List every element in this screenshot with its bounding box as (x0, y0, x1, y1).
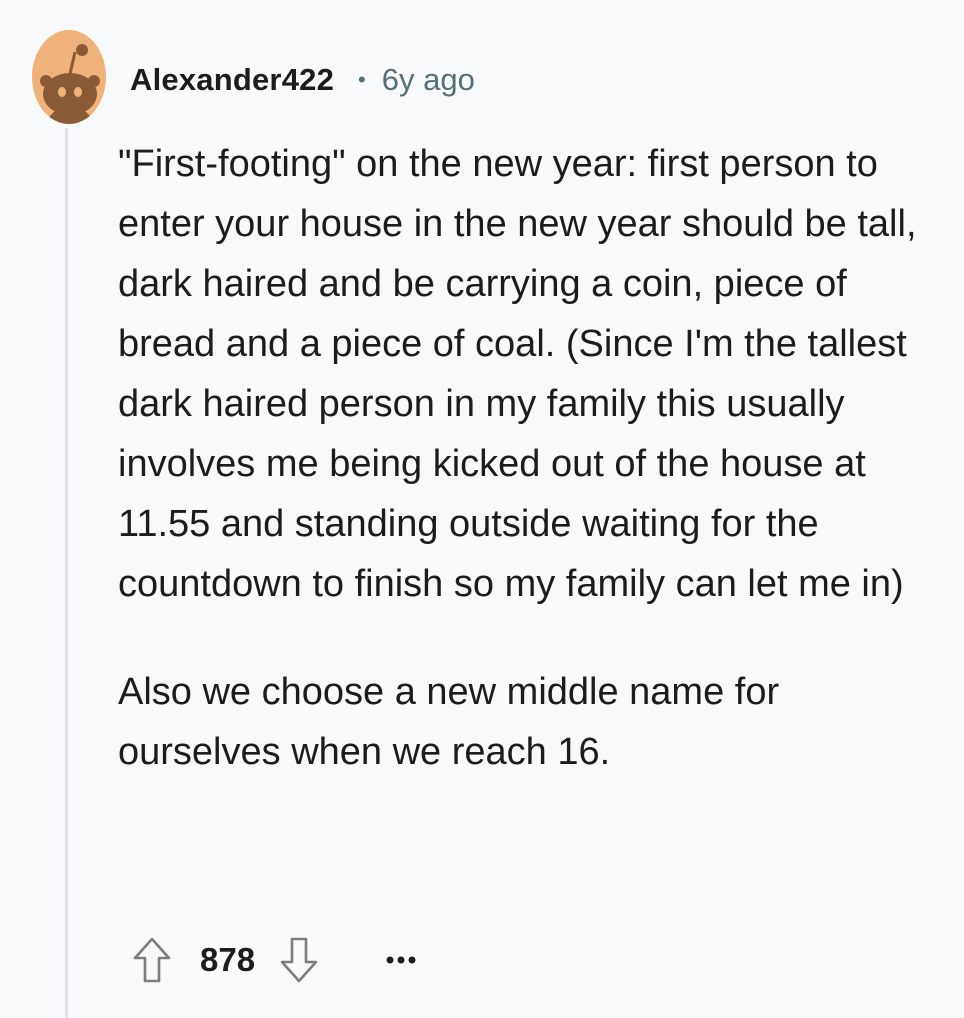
author-username[interactable]: Alexander422 (130, 62, 334, 98)
comment-paragraph: Also we choose a new middle name for our… (118, 671, 780, 773)
downvote-button[interactable] (275, 932, 323, 988)
arrow-down-outline-icon (280, 937, 318, 983)
comment-paragraph: "First-footing" on the new year: first p… (118, 143, 917, 605)
snoo-avatar-icon (32, 30, 106, 124)
upvote-button[interactable] (128, 932, 176, 988)
author-avatar[interactable] (32, 30, 106, 124)
vote-score: 878 (200, 941, 256, 978)
ellipsis-icon (386, 956, 416, 964)
more-options-button[interactable] (379, 932, 423, 988)
comment-age[interactable]: 6y ago (382, 62, 475, 98)
comment-actions: 878 (128, 932, 423, 988)
thread-line[interactable] (65, 128, 68, 1018)
arrow-up-outline-icon (133, 937, 171, 983)
meta-separator: • (358, 67, 366, 92)
comment-body: "First-footing" on the new year: first p… (118, 134, 938, 782)
comment-header: Alexander422 • 6y ago (130, 58, 475, 102)
